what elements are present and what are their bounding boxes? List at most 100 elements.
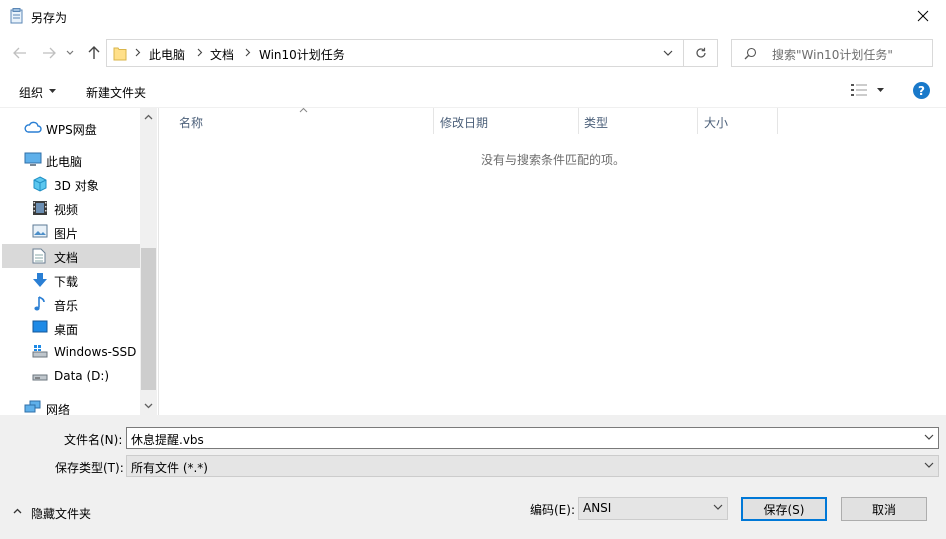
network-icon [24, 400, 42, 414]
encoding-select[interactable]: ANSI [578, 497, 728, 520]
close-icon [917, 10, 929, 22]
music-note-icon [34, 296, 46, 312]
organize-menu-button[interactable]: 组织 [19, 84, 56, 101]
nav-item-label: 桌面 [54, 323, 79, 337]
nav-item-windows-ssd[interactable]: Windows-SSD [2, 340, 140, 364]
nav-item-network[interactable]: 网络 [2, 396, 140, 415]
nav-item-data-d[interactable]: Data (D:) [2, 364, 140, 388]
chevron-down-icon [66, 50, 74, 56]
nav-item-label: Data (D:) [54, 369, 110, 383]
search-placeholder: 搜索"Win10计划任务" [772, 48, 893, 62]
drive-icon [32, 368, 48, 382]
hide-folders-label: 隐藏文件夹 [31, 507, 92, 521]
scroll-up-arrow-icon[interactable] [144, 114, 153, 120]
nav-item-documents[interactable]: 文档 [2, 244, 140, 268]
scroll-down-arrow-icon[interactable] [144, 403, 153, 409]
filetype-select[interactable]: 所有文件 (*.*) [126, 455, 939, 477]
save-button[interactable]: 保存(S) [741, 497, 827, 521]
title-bar: 另存为 [0, 0, 946, 32]
nav-item-downloads[interactable]: 下载 [2, 268, 140, 292]
chevron-down-icon [924, 462, 934, 468]
search-icon [744, 47, 757, 60]
refresh-icon [695, 47, 707, 59]
address-row: 此电脑 文档 Win10计划任务 搜索"Win10计划任务" [0, 32, 946, 74]
up-button[interactable] [85, 44, 103, 62]
caret-down-icon [877, 88, 884, 92]
encoding-value: ANSI [583, 501, 612, 515]
nav-item-3d-objects[interactable]: 3D 对象 [2, 172, 140, 196]
filename-value: 休息提醒.vbs [131, 433, 204, 447]
nav-item-videos[interactable]: 视频 [2, 196, 140, 220]
nav-item-music[interactable]: 音乐 [2, 292, 140, 316]
column-divider[interactable] [433, 108, 434, 134]
caret-down-icon [49, 89, 56, 93]
breadcrumb-item[interactable]: 此电脑 [149, 46, 185, 63]
column-divider[interactable] [578, 108, 579, 134]
chevron-right-icon [245, 48, 251, 57]
back-button[interactable] [11, 44, 29, 62]
nav-item-pictures[interactable]: 图片 [2, 220, 140, 244]
filetype-value: 所有文件 (*.*) [131, 461, 208, 475]
folder-icon [113, 45, 127, 61]
organize-label: 组织 [19, 86, 44, 100]
film-icon [32, 200, 48, 216]
search-input[interactable]: 搜索"Win10计划任务" [731, 39, 933, 67]
nav-item-label: 网络 [46, 403, 71, 415]
filename-label: 文件名(N): [64, 433, 123, 447]
file-list[interactable]: 名称 修改日期 类型 大小 没有与搜索条件匹配的项。 [158, 107, 946, 415]
cloud-icon [24, 120, 42, 134]
sort-ascending-icon [299, 107, 308, 113]
nav-item-desktop[interactable]: 桌面 [2, 316, 140, 340]
chevron-down-icon[interactable] [924, 434, 934, 440]
save-options-panel: 文件名(N): 休息提醒.vbs 保存类型(T): 所有文件 (*.*) 隐藏文… [0, 415, 946, 539]
filename-field[interactable]: 休息提醒.vbs [126, 427, 939, 449]
scrollbar-thumb[interactable] [141, 248, 156, 390]
nav-item-label: 视频 [54, 203, 79, 217]
nav-item-label: WPS网盘 [46, 123, 97, 137]
help-button[interactable]: ? [913, 82, 930, 99]
download-arrow-icon [32, 272, 48, 288]
forward-button[interactable] [40, 44, 58, 62]
column-header-size[interactable]: 大小 [704, 114, 728, 131]
nav-item-label: 3D 对象 [54, 179, 99, 193]
column-header-name[interactable]: 名称 [179, 114, 203, 131]
arrow-right-icon [42, 47, 56, 59]
refresh-button[interactable] [684, 39, 718, 67]
address-history-dropdown[interactable] [663, 50, 673, 56]
recent-locations-button[interactable] [61, 44, 79, 62]
chevron-right-icon [135, 48, 141, 57]
window-title: 另存为 [31, 11, 68, 25]
nav-item-wps-cloud[interactable]: WPS网盘 [2, 116, 140, 140]
column-divider[interactable] [697, 108, 698, 134]
chevron-down-icon [713, 504, 723, 510]
nav-item-label: 音乐 [54, 299, 79, 313]
column-header-date-modified[interactable]: 修改日期 [440, 114, 488, 131]
cube-icon [32, 176, 48, 192]
details-view-icon [851, 84, 869, 96]
document-icon [32, 248, 46, 264]
svg-text:?: ? [918, 84, 925, 98]
nav-item-label: 图片 [54, 227, 79, 241]
nav-item-label: 文档 [54, 251, 79, 265]
nav-item-label: 此电脑 [46, 155, 83, 169]
drive-icon [32, 344, 48, 358]
breadcrumb-item[interactable]: Win10计划任务 [259, 46, 345, 63]
arrow-left-icon [13, 47, 27, 59]
column-header-type[interactable]: 类型 [584, 114, 608, 131]
notepad-icon [10, 8, 24, 24]
computer-icon [24, 152, 42, 167]
address-bar[interactable]: 此电脑 文档 Win10计划任务 [106, 39, 684, 67]
nav-item-this-pc[interactable]: 此电脑 [2, 148, 140, 172]
empty-results-message: 没有与搜索条件匹配的项。 [481, 153, 626, 167]
column-divider[interactable] [777, 108, 778, 134]
view-options-button[interactable] [851, 84, 884, 96]
filetype-label: 保存类型(T): [55, 461, 124, 475]
new-folder-button[interactable]: 新建文件夹 [86, 84, 146, 101]
breadcrumb-item[interactable]: 文档 [210, 46, 234, 63]
close-button[interactable] [900, 0, 946, 32]
chevron-up-icon [13, 508, 22, 514]
desktop-icon [32, 320, 48, 334]
cancel-button[interactable]: 取消 [841, 497, 927, 521]
nav-scrollbar[interactable] [140, 108, 157, 415]
picture-icon [32, 224, 48, 238]
